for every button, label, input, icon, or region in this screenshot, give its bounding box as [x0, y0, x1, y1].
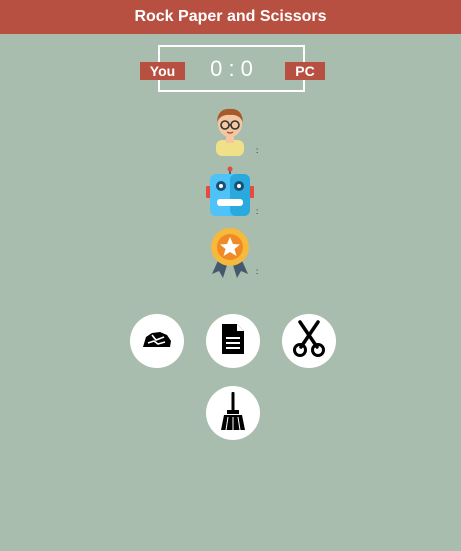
user-choice-text: : — [256, 146, 259, 155]
you-badge: You — [140, 62, 185, 80]
app-header: Rock Paper and Scissors — [0, 0, 461, 34]
medal-icon — [206, 226, 254, 278]
reset-button[interactable] — [206, 386, 260, 440]
pc-badge: PC — [285, 62, 325, 80]
you-label: You — [149, 63, 176, 79]
score-text: 0 : 0 — [210, 55, 253, 81]
app-title: Rock Paper and Scissors — [134, 8, 327, 25]
rock-button[interactable] — [130, 314, 184, 368]
broom-icon — [219, 391, 247, 436]
user-avatar-icon — [206, 104, 254, 156]
document-icon — [220, 322, 246, 361]
scissors-icon — [292, 319, 326, 363]
robot-avatar-icon — [204, 166, 256, 218]
rock-icon — [140, 327, 174, 356]
scissors-button[interactable] — [282, 314, 336, 368]
paper-button[interactable] — [206, 314, 260, 368]
result-text: : — [256, 267, 259, 276]
pc-label: PC — [295, 63, 315, 79]
pc-choice-text: : — [256, 207, 259, 216]
